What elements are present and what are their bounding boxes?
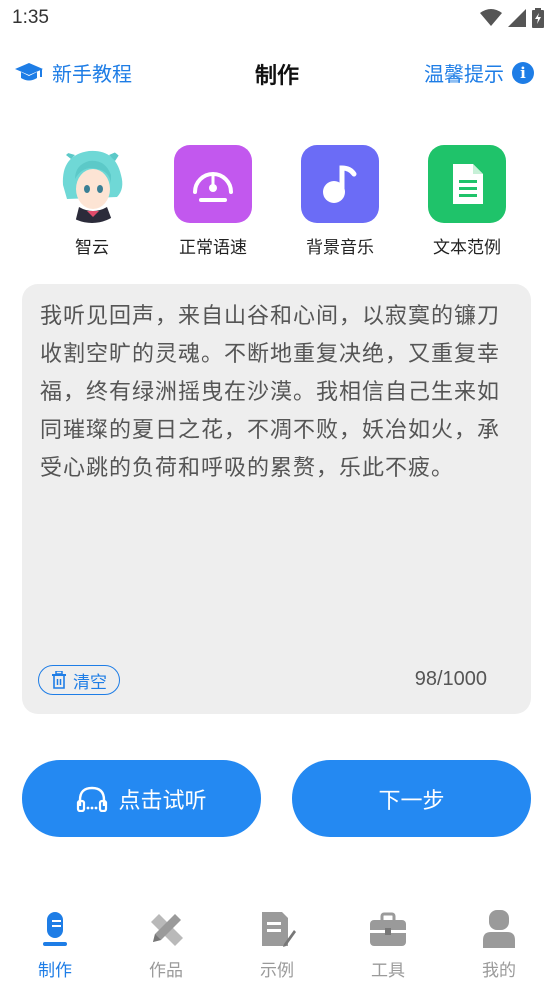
next-step-button[interactable]: 下一步 bbox=[292, 760, 531, 837]
header: 新手教程 制作 温馨提示 i bbox=[0, 52, 554, 96]
toolbox-icon bbox=[370, 912, 406, 946]
nav-label: 工具 bbox=[371, 961, 405, 981]
tips-label: 温馨提示 bbox=[424, 62, 504, 86]
nav-item-profile[interactable]: 我的 bbox=[454, 908, 544, 981]
edit-document-icon bbox=[262, 912, 296, 947]
listen-button[interactable]: 点击试听 bbox=[22, 760, 261, 837]
signal-icon bbox=[508, 9, 526, 27]
text-editor[interactable]: 我听见回声，来自山谷和心间，以寂寞的镰刀收割空旷的灵魂。不断地重复决绝，又重复幸… bbox=[22, 284, 531, 714]
next-label: 下一步 bbox=[378, 788, 445, 814]
document-icon bbox=[428, 145, 506, 223]
headphones-icon bbox=[77, 786, 108, 812]
status-time: 1:35 bbox=[12, 7, 49, 28]
clear-label: 清空 bbox=[73, 672, 107, 693]
wifi-icon bbox=[480, 9, 502, 26]
nav-label: 作品 bbox=[149, 961, 183, 981]
nav-label: 我的 bbox=[482, 961, 516, 981]
battery-icon bbox=[532, 8, 544, 28]
nav-label: 示例 bbox=[260, 961, 294, 981]
status-bar: 1:35 bbox=[0, 0, 554, 38]
voice-avatar-tool[interactable]: 智云 bbox=[37, 145, 147, 258]
pencil-ruler-icon bbox=[151, 914, 183, 946]
tips-link[interactable]: 温馨提示 i bbox=[424, 58, 534, 87]
bottom-nav: 制作 作品 示例 工具 我的 bbox=[0, 900, 554, 985]
music-note-icon bbox=[301, 145, 379, 223]
tool-label: 背景音乐 bbox=[306, 238, 374, 258]
user-icon bbox=[483, 910, 515, 948]
tool-label: 正常语速 bbox=[179, 238, 247, 258]
editor-text[interactable]: 我听见回声，来自山谷和心间，以寂寞的镰刀收割空旷的灵魂。不断地重复决绝，又重复幸… bbox=[40, 298, 515, 488]
speedometer-icon bbox=[174, 145, 252, 223]
nav-item-tools[interactable]: 工具 bbox=[343, 908, 433, 981]
background-music-tool[interactable]: 背景音乐 bbox=[285, 145, 395, 258]
avatar bbox=[53, 145, 131, 223]
info-icon: i bbox=[512, 61, 534, 84]
listen-label: 点击试听 bbox=[118, 788, 207, 814]
tool-label: 文本范例 bbox=[433, 238, 501, 258]
clear-button[interactable]: 清空 bbox=[38, 665, 120, 695]
nav-label: 制作 bbox=[38, 961, 72, 981]
trash-icon bbox=[52, 671, 66, 689]
microphone-icon bbox=[43, 912, 67, 946]
character-counter: 98/1000 bbox=[414, 668, 487, 690]
speed-tool[interactable]: 正常语速 bbox=[158, 145, 268, 258]
status-icons bbox=[480, 8, 544, 28]
nav-item-examples[interactable]: 示例 bbox=[232, 908, 322, 981]
tool-label: 智云 bbox=[75, 238, 109, 258]
text-example-tool[interactable]: 文本范例 bbox=[412, 145, 522, 258]
nav-item-make[interactable]: 制作 bbox=[10, 908, 100, 981]
nav-item-works[interactable]: 作品 bbox=[121, 908, 211, 981]
